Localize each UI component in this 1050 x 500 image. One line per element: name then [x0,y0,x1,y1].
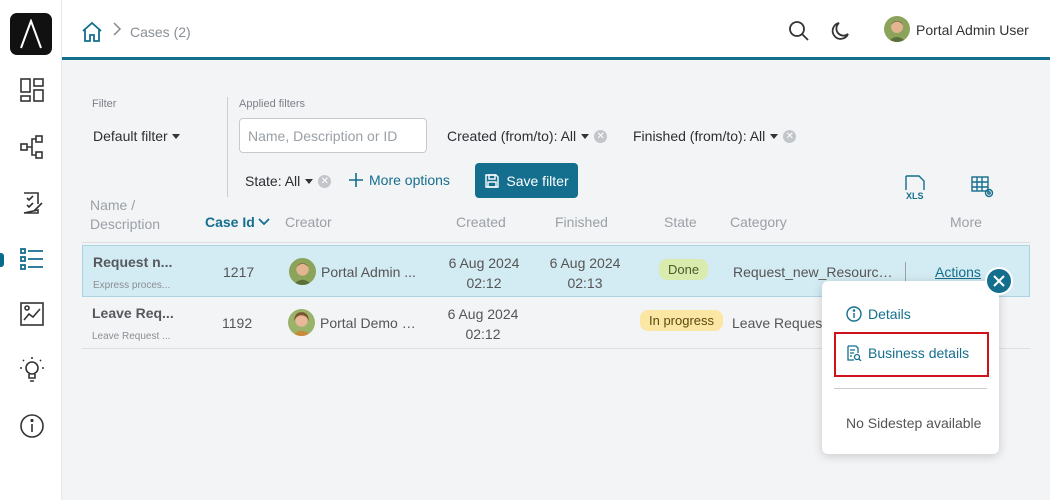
dark-mode-moon-icon[interactable] [830,20,852,42]
column-header-name-line2: Description [90,216,161,232]
state-badge: In progress [640,310,724,331]
menu-item-details-label: Details [868,306,911,322]
search-icon[interactable] [788,20,810,42]
breadcrumb-current: Cases (2) [130,24,191,40]
column-header-more: More [950,214,982,230]
finished-filter-label: Finished (from/to): All [633,128,766,144]
idea-bulb-icon[interactable] [17,355,47,385]
menu-item-details[interactable]: Details [846,306,911,322]
caret-down-icon [770,133,779,139]
user-name[interactable]: Portal Admin User [916,22,1029,38]
applied-filters-label: Applied filters [239,98,306,110]
home-icon[interactable] [80,20,104,44]
column-header-case-id-label: Case Id [205,214,255,230]
case-finished-date: 6 Aug 2024 [549,255,621,271]
menu-item-business-details-label: Business details [868,345,970,361]
case-name: Leave Req... [92,305,174,321]
svg-text:XLS: XLS [906,191,924,201]
menu-item-business-details[interactable]: Business details [846,345,969,361]
finished-filter-chip[interactable]: Finished (from/to): All ✕ [633,128,797,144]
info-icon[interactable] [17,411,47,441]
column-header-created[interactable]: Created [456,214,506,230]
column-header-creator[interactable]: Creator [285,214,332,230]
case-creator: Portal Admin ... [321,264,416,280]
filter-dropdown-value: Default filter [93,128,168,144]
case-created: 6 Aug 2024 02:12 [443,304,523,344]
user-avatar[interactable] [884,16,910,42]
actions-menu: Details Business details No Sidestep ava… [822,281,999,454]
column-header-name[interactable]: Name / Description [90,196,160,234]
filter-label: Filter [92,98,117,110]
save-icon [485,173,500,188]
more-options-label: More options [369,172,450,188]
column-header-state[interactable]: State [664,214,697,230]
case-description: Leave Request ... [92,331,171,342]
case-created: 6 Aug 2024 02:12 [444,253,524,293]
business-details-icon [847,345,862,361]
case-id: 1217 [223,264,255,280]
case-created-date: 6 Aug 2024 [447,306,519,322]
header-divider [82,242,1030,243]
state-filter-label: State: All [245,173,301,189]
filter-dropdown[interactable]: Default filter [93,128,180,144]
close-icon [993,275,1005,287]
sort-chevron-down-icon [258,218,270,226]
menu-divider [834,388,987,389]
column-header-category[interactable]: Category [730,214,787,230]
creator-avatar [289,258,316,285]
caret-down-icon [581,133,590,139]
table-config-icon[interactable] [971,175,995,199]
caret-down-icon [171,133,180,139]
column-header-case-id[interactable]: Case Id [205,214,270,230]
state-filter-chip[interactable]: State: All ✕ [245,173,332,189]
top-bar: Cases (2) Portal Admin User [62,0,1050,60]
save-filter-button[interactable]: Save filter [475,163,578,198]
info-circle-icon [846,306,862,322]
creator-avatar [288,309,315,336]
cases-list-icon[interactable] [17,244,47,274]
chevron-right-icon [112,22,122,39]
case-created-time: 02:12 [465,326,501,342]
filter-divider [227,97,228,197]
active-nav-indicator [0,253,4,267]
app-logo[interactable] [10,13,52,55]
tasks-icon[interactable] [17,188,47,218]
column-header-finished[interactable]: Finished [555,214,608,230]
case-finished-time: 02:13 [567,275,603,291]
case-search-input[interactable] [239,118,427,153]
case-name: Request n... [93,254,173,270]
more-options-button[interactable]: More options [349,172,450,188]
clear-filter-icon[interactable]: ✕ [318,174,332,188]
no-sidestep-text: No Sidestep available [846,415,982,431]
case-category: Request_new_Resources... [733,264,893,280]
case-creator: Portal Demo U... [320,315,418,331]
export-xls-icon[interactable]: XLS [903,174,929,202]
plus-icon [349,173,363,187]
actions-link[interactable]: Actions [935,264,981,280]
created-filter-chip[interactable]: Created (from/to): All ✕ [447,128,608,144]
case-created-time: 02:12 [466,275,502,291]
created-filter-label: Created (from/to): All [447,128,577,144]
sidebar [0,0,62,500]
case-description: Express proces... [93,280,171,291]
case-created-date: 6 Aug 2024 [448,255,520,271]
clear-filter-icon[interactable]: ✕ [594,129,608,143]
column-header-name-line1: Name / [90,197,136,213]
process-icon[interactable] [17,132,47,162]
state-badge: Done [659,259,709,280]
statistics-icon[interactable] [17,299,47,329]
column-separator [905,262,906,282]
case-id: 1192 [222,315,253,331]
close-menu-button[interactable] [985,267,1013,295]
caret-down-icon [305,178,314,184]
clear-filter-icon[interactable]: ✕ [783,129,797,143]
case-finished: 6 Aug 2024 02:13 [545,253,625,293]
save-filter-label: Save filter [506,172,569,189]
dashboard-icon[interactable] [17,75,47,105]
